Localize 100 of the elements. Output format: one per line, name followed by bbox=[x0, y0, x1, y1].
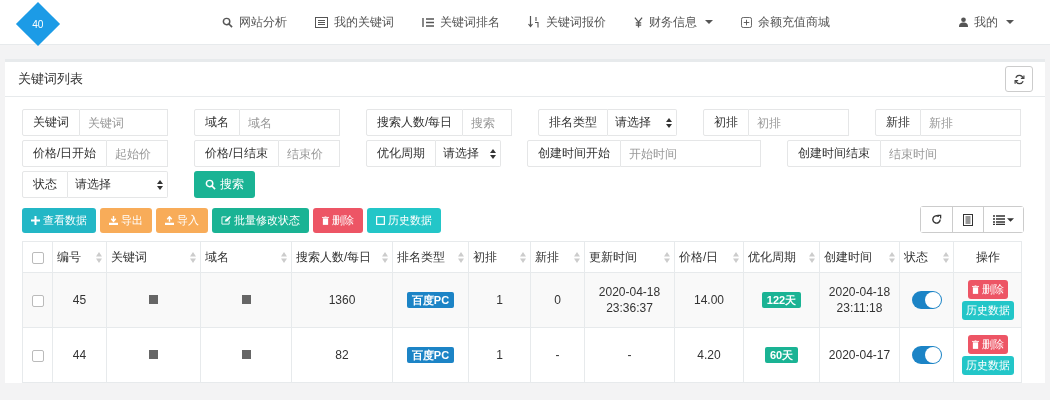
panel-title: 关键词列表 bbox=[18, 70, 83, 88]
input-field[interactable]: 结束价 bbox=[279, 140, 340, 167]
period-tag: 122天 bbox=[761, 291, 802, 308]
import-button[interactable]: 导入 bbox=[156, 208, 208, 233]
sort-icon[interactable] bbox=[96, 251, 102, 263]
refresh-icon bbox=[1013, 73, 1025, 85]
input-field[interactable]: 结束时间 bbox=[881, 140, 1021, 167]
table-cell: 1 bbox=[496, 348, 503, 362]
column-header: 编号 bbox=[57, 248, 81, 266]
nav-link[interactable]: 我的关键词 bbox=[301, 13, 408, 31]
sort-icon[interactable] bbox=[943, 251, 949, 263]
nav-link[interactable]: 关键词排名 bbox=[408, 13, 514, 31]
sort-icon[interactable] bbox=[574, 251, 580, 263]
rank-type-tag: 百度PC bbox=[406, 291, 455, 308]
nav-link[interactable]: 余额充值商城 bbox=[727, 13, 844, 31]
edit-button[interactable]: 批量修改状态 bbox=[212, 208, 309, 233]
rank-type-tag: 百度PC bbox=[406, 346, 455, 363]
plus-square-icon bbox=[741, 16, 752, 28]
field-label: 新排 bbox=[875, 109, 921, 136]
column-header: 状态 bbox=[904, 248, 928, 266]
column-header: 操作 bbox=[975, 248, 1000, 266]
export-button[interactable]: 导出 bbox=[100, 208, 152, 233]
row-checkbox[interactable] bbox=[31, 349, 44, 362]
delete-button[interactable]: 删除 bbox=[967, 280, 1008, 299]
input-field[interactable]: 搜索 bbox=[463, 109, 512, 136]
columns-button[interactable] bbox=[983, 207, 1023, 232]
row-checkbox[interactable] bbox=[31, 294, 44, 307]
field-label: 状态 bbox=[22, 171, 68, 198]
sort-icon[interactable] bbox=[458, 251, 464, 263]
sort-icon[interactable] bbox=[190, 251, 196, 263]
add-button[interactable]: 查看数据 bbox=[22, 208, 96, 233]
field-label: 关键词 bbox=[22, 109, 80, 136]
column-header: 优化周期 bbox=[748, 248, 796, 266]
caret-icon bbox=[705, 20, 713, 24]
field-label: 创建时间开始 bbox=[527, 140, 621, 167]
sort-icon[interactable] bbox=[520, 251, 526, 263]
status-toggle[interactable] bbox=[911, 291, 942, 309]
refresh-icon bbox=[931, 214, 942, 225]
status-toggle[interactable] bbox=[911, 346, 942, 364]
sort-icon bbox=[528, 16, 540, 28]
plus-icon bbox=[31, 216, 40, 225]
column-header: 更新时间 bbox=[589, 248, 637, 266]
table-cell: 82 bbox=[335, 348, 349, 362]
select-all-checkbox[interactable] bbox=[31, 251, 44, 264]
table-cell: 2020-04-17 bbox=[828, 347, 891, 363]
caret-icon bbox=[1007, 217, 1014, 222]
sort-icon[interactable] bbox=[889, 251, 895, 263]
trash-icon bbox=[971, 340, 979, 349]
table-cell: 1 bbox=[496, 293, 503, 307]
sort-icon[interactable] bbox=[809, 251, 815, 263]
field-label: 创建时间结束 bbox=[787, 140, 881, 167]
column-header: 域名 bbox=[205, 248, 229, 266]
input-field[interactable]: 开始时间 bbox=[621, 140, 761, 167]
table-cell: 0 bbox=[554, 293, 561, 307]
caret-icon bbox=[1006, 20, 1014, 24]
table-cell: 4.20 bbox=[697, 348, 721, 362]
history-button[interactable]: 历史数据 bbox=[961, 356, 1014, 375]
sort-icon[interactable] bbox=[281, 251, 287, 263]
delete-button[interactable]: 删除 bbox=[967, 335, 1008, 354]
refresh-button[interactable] bbox=[1005, 66, 1033, 92]
sort-icon[interactable] bbox=[733, 251, 739, 263]
nav-link[interactable]: 网站分析 bbox=[208, 13, 301, 31]
table-cell: 14.00 bbox=[694, 293, 724, 307]
select-arrows-icon bbox=[490, 148, 496, 159]
sort-icon[interactable] bbox=[664, 251, 670, 263]
select-arrows-icon bbox=[157, 179, 163, 190]
logo[interactable]: 40 bbox=[15, 1, 61, 47]
list-card-icon bbox=[315, 16, 328, 28]
field-label: 优化周期 bbox=[366, 140, 436, 167]
input-field[interactable]: 关键词 bbox=[80, 109, 168, 136]
column-header: 初排 bbox=[473, 248, 497, 266]
history-button[interactable]: 历史数据 bbox=[961, 301, 1014, 320]
input-field[interactable]: 域名 bbox=[240, 109, 340, 136]
field-label: 初排 bbox=[703, 109, 749, 136]
input-field[interactable]: 初排 bbox=[749, 109, 849, 136]
trash-icon bbox=[322, 216, 329, 225]
redaction-block bbox=[241, 350, 251, 359]
user-menu[interactable]: 我的 bbox=[945, 13, 1028, 31]
table-cell: - bbox=[555, 348, 560, 362]
select-field[interactable]: 请选择 bbox=[436, 140, 501, 167]
column-header: 关键词 bbox=[111, 248, 147, 266]
table-cell: 23:11:18 bbox=[836, 300, 883, 316]
table-cell: 23:36:37 bbox=[606, 300, 653, 316]
nav-link[interactable]: 财务信息 bbox=[620, 13, 727, 31]
delete-button[interactable]: 删除 bbox=[313, 208, 363, 233]
trash-icon bbox=[971, 285, 979, 294]
sort-icon[interactable] bbox=[382, 251, 388, 263]
select-arrows-icon bbox=[666, 117, 672, 128]
column-header: 搜索人数/每日 bbox=[296, 248, 372, 266]
search-button[interactable]: 搜索 bbox=[194, 171, 255, 198]
edit-icon bbox=[221, 216, 231, 225]
input-field[interactable]: 起始价 bbox=[107, 140, 168, 167]
column-header: 排名类型 bbox=[397, 248, 445, 266]
select-field[interactable]: 请选择 bbox=[608, 109, 677, 136]
history-button[interactable]: 历史数据 bbox=[367, 208, 441, 233]
nav-link[interactable]: 关键词报价 bbox=[514, 13, 620, 31]
input-field[interactable]: 新排 bbox=[921, 109, 1021, 136]
user-icon bbox=[959, 17, 968, 27]
list-icon bbox=[422, 16, 434, 28]
select-field[interactable]: 请选择 bbox=[68, 171, 168, 198]
